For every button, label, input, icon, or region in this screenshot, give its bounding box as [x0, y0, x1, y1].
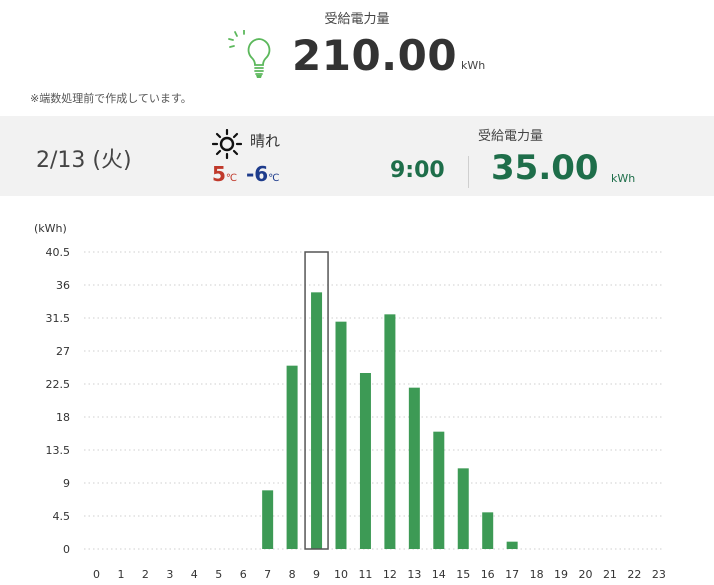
x-tick-label: 23: [652, 568, 666, 581]
temp-high-value: 5: [212, 162, 226, 186]
x-tick-label: 14: [432, 568, 446, 581]
weather-label: 晴れ: [250, 132, 281, 150]
selected-time: 9:00: [390, 158, 445, 183]
y-tick-label: 18: [56, 411, 70, 424]
y-tick-label: 40.5: [46, 246, 71, 259]
x-tick-label: 7: [264, 568, 271, 581]
y-tick-label: 36: [56, 279, 70, 292]
divider: [468, 156, 469, 188]
y-tick-label: 4.5: [53, 510, 71, 523]
x-tick-label: 18: [530, 568, 544, 581]
bar: [311, 292, 323, 549]
x-tick-label: 2: [142, 568, 149, 581]
temp-low-unit: ℃: [268, 173, 280, 184]
x-tick-label: 22: [627, 568, 641, 581]
x-tick-label: 0: [93, 568, 100, 581]
x-tick-label: 10: [334, 568, 348, 581]
x-tick-label: 4: [191, 568, 198, 581]
x-tick-label: 16: [481, 568, 495, 581]
temp-low: -6℃: [246, 162, 279, 186]
y-tick-label: 13.5: [46, 444, 71, 457]
rounding-note: ※端数処理前で作成しています。: [30, 92, 192, 105]
bar: [408, 387, 420, 549]
selected-unit: kWh: [611, 172, 636, 185]
y-tick-label: 0: [63, 543, 70, 556]
x-tick-label: 12: [383, 568, 397, 581]
bar: [384, 314, 396, 549]
sun-icon: [212, 129, 242, 159]
bar: [506, 541, 518, 549]
x-tick-label: 3: [166, 568, 173, 581]
y-tick-label: 22.5: [46, 378, 71, 391]
x-tick-label: 5: [215, 568, 222, 581]
x-tick-label: 19: [554, 568, 568, 581]
x-tick-label: 8: [289, 568, 296, 581]
y-tick-label: 9: [63, 477, 70, 490]
hourly-bar-chart: (kWh)04.5913.51822.52731.53640.50 1 2 3 4 5 6 7…: [34, 222, 666, 581]
y-tick-label: 27: [56, 345, 70, 358]
hour-label: 受給電力量: [478, 129, 544, 144]
summary-label: 受給電力量: [324, 12, 390, 27]
bar: [359, 373, 371, 549]
selected-date: 2/13 (火): [36, 148, 132, 173]
bar: [433, 431, 445, 549]
bar: [262, 490, 274, 549]
lightbulb-icon: [228, 30, 271, 78]
bar: [482, 512, 494, 549]
bar: [335, 321, 347, 549]
x-tick-label: 6: [240, 568, 247, 581]
x-tick-label: 21: [603, 568, 617, 581]
x-tick-label: 11: [358, 568, 372, 581]
y-axis-label: (kWh): [34, 222, 67, 235]
temp-high-unit: ℃: [225, 173, 238, 184]
x-tick-label: 1: [117, 568, 124, 581]
x-tick-label: 20: [579, 568, 593, 581]
temp-low-value: -6: [246, 162, 269, 186]
temp-high: 5℃: [212, 162, 237, 186]
selected-value: 35.00: [491, 148, 599, 188]
x-tick-label: 17: [505, 568, 519, 581]
x-tick-label: 13: [407, 568, 421, 581]
total-value: 210.00: [292, 31, 458, 80]
bar: [457, 468, 469, 549]
summary-section: 受給電力量 210.00 kWh ※端数処理前で作成しています。: [0, 0, 714, 116]
x-tick-label: 9: [313, 568, 320, 581]
y-tick-label: 31.5: [46, 312, 71, 325]
total-unit: kWh: [461, 59, 486, 72]
bar: [286, 365, 298, 549]
day-detail-band: 2/13 (火) 晴れ 5℃ -6℃ 受給電力量 9:00 35.00 kWh: [0, 116, 714, 196]
x-tick-label: 15: [456, 568, 470, 581]
